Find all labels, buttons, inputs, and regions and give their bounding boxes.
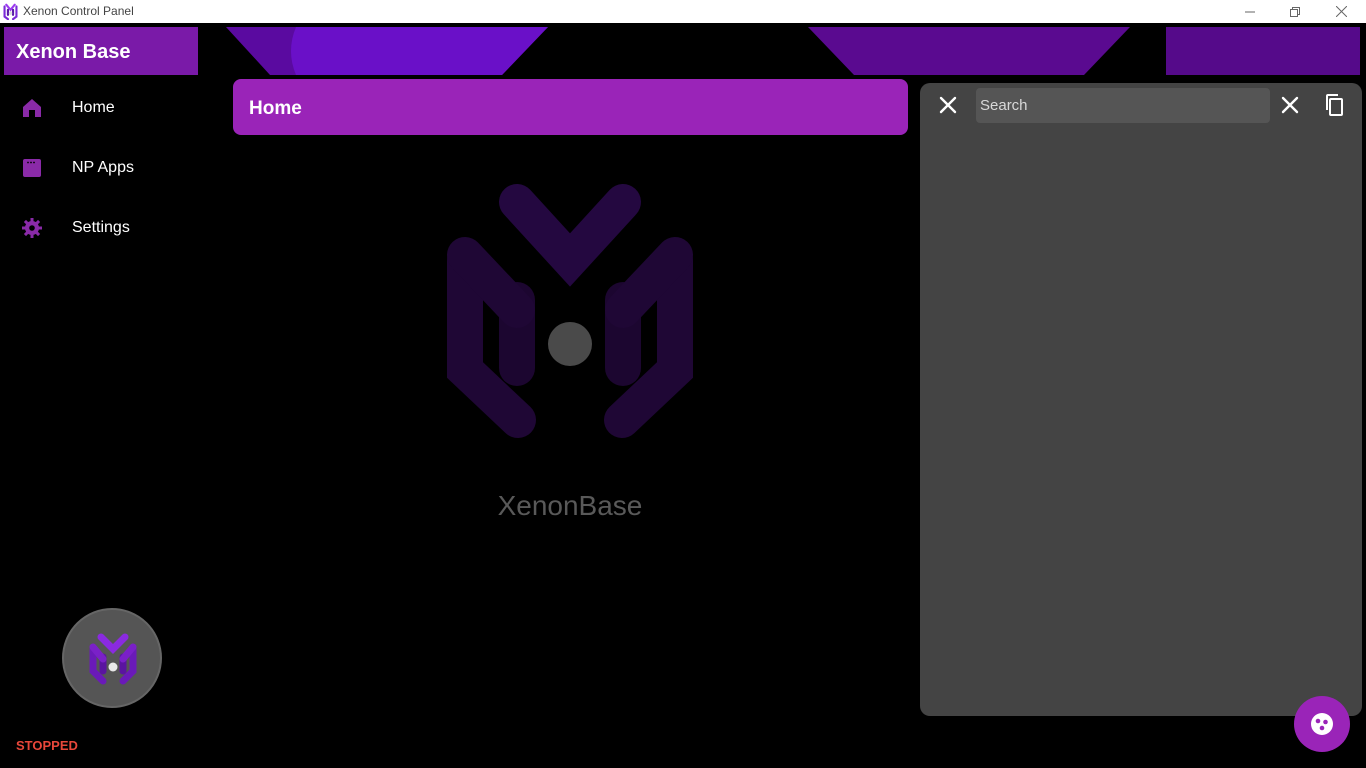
- minimize-button[interactable]: [1227, 0, 1273, 23]
- brand-header: Xenon Base: [4, 27, 198, 75]
- close-icon: [1335, 6, 1347, 17]
- home-icon: [23, 99, 41, 117]
- page-title: Home: [249, 98, 302, 119]
- floating-action-button[interactable]: [1294, 696, 1350, 752]
- restore-button[interactable]: [1272, 0, 1318, 23]
- sidebar-item-label: Settings: [72, 219, 130, 236]
- sidebar-item-np-apps[interactable]: NP Apps: [0, 142, 210, 194]
- brand-title: Xenon Base: [16, 41, 131, 63]
- status-toggle-button[interactable]: [62, 608, 162, 708]
- page-header: Home: [233, 79, 908, 135]
- minimize-icon: [1245, 11, 1255, 12]
- copy-icon[interactable]: [1322, 93, 1346, 117]
- sidebar-item-label: NP Apps: [72, 159, 134, 176]
- xenon-logo-icon: [3, 3, 18, 20]
- logo-text: XenonBase: [497, 490, 643, 521]
- decorative-banner: [808, 27, 1130, 75]
- restore-icon: [1290, 6, 1300, 17]
- close-window-button[interactable]: [1318, 0, 1364, 23]
- sidebar-item-settings[interactable]: Settings: [0, 202, 210, 254]
- decorative-banner: [1166, 27, 1360, 75]
- window-title: Xenon Control Panel: [23, 4, 134, 18]
- sidebar-item-label: Home: [72, 99, 115, 116]
- cookie-icon: [1311, 713, 1333, 735]
- gear-icon: [22, 218, 42, 238]
- search-input[interactable]: [976, 88, 1270, 123]
- xenon-logo-watermark: [447, 184, 693, 438]
- clear-search-button[interactable]: [1278, 93, 1302, 117]
- decorative-banner: [226, 27, 548, 75]
- title-bar: Xenon Control Panel: [0, 0, 1366, 23]
- sidebar-item-home[interactable]: Home: [0, 82, 210, 134]
- xenon-logo-icon: [89, 633, 137, 685]
- search-panel: [920, 83, 1362, 716]
- apps-icon: [23, 159, 41, 177]
- status-label: STOPPED: [16, 738, 78, 753]
- close-panel-button[interactable]: [936, 93, 960, 117]
